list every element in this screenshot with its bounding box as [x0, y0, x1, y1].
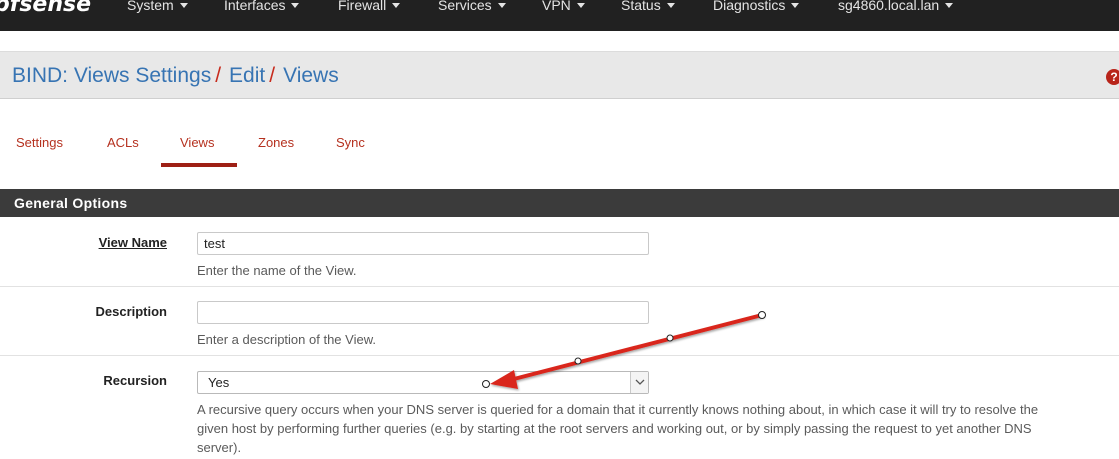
- top-navbar: pfsense System Interfaces Firewall Servi…: [0, 0, 1119, 31]
- breadcrumb-item-views[interactable]: Views: [283, 64, 339, 87]
- section-header: General Options: [0, 189, 1119, 217]
- annotation-handle[interactable]: [574, 357, 582, 365]
- nav-interfaces-menu[interactable]: Interfaces: [224, 0, 300, 13]
- breadcrumb-separator: /: [215, 64, 222, 87]
- nav-system-menu[interactable]: System: [127, 0, 188, 13]
- annotation-handle[interactable]: [758, 311, 766, 319]
- chevron-down-icon: [635, 379, 645, 385]
- tab-settings[interactable]: Settings: [16, 135, 63, 150]
- caret-down-icon: [179, 3, 188, 8]
- tab-sync[interactable]: Sync: [336, 135, 365, 150]
- nav-firewall-menu[interactable]: Firewall: [338, 0, 401, 13]
- breadcrumb-separator: /: [269, 64, 276, 87]
- caret-down-icon: [497, 3, 506, 8]
- pfsense-logo[interactable]: pfsense: [0, 0, 91, 17]
- tab-views[interactable]: Views: [180, 135, 214, 150]
- recursion-select[interactable]: Yes: [197, 371, 649, 394]
- nav-vpn-menu[interactable]: VPN: [542, 0, 585, 13]
- tab-bar: Settings ACLs Views Zones Sync: [0, 125, 1119, 168]
- nav-services-menu[interactable]: Services: [438, 0, 506, 13]
- active-tab-indicator: [161, 163, 237, 167]
- nav-host-menu[interactable]: sg4860.local.lan: [838, 0, 954, 13]
- breadcrumb-item-edit[interactable]: Edit: [229, 64, 265, 87]
- caret-down-icon: [945, 3, 954, 8]
- breadcrumb-item-bind-views-settings[interactable]: BIND: Views Settings: [12, 64, 211, 87]
- section-title: General Options: [14, 195, 128, 211]
- tab-acls[interactable]: ACLs: [107, 135, 139, 150]
- view-name-label: View Name: [98, 235, 167, 250]
- breadcrumb: BIND: Views Settings / Edit / Views: [12, 64, 339, 88]
- tab-zones[interactable]: Zones: [258, 135, 294, 150]
- question-circle-icon[interactable]: ?: [1106, 69, 1119, 85]
- select-dropdown-button[interactable]: [630, 372, 648, 393]
- caret-down-icon: [392, 3, 401, 8]
- caret-down-icon: [291, 3, 300, 8]
- caret-down-icon: [576, 3, 585, 8]
- recursion-help-line-3: server).: [197, 440, 242, 455]
- caret-down-icon: [666, 3, 675, 8]
- nav-status-menu[interactable]: Status: [621, 0, 675, 13]
- nav-diagnostics-menu[interactable]: Diagnostics: [713, 0, 800, 13]
- annotation-handle[interactable]: [666, 334, 674, 342]
- view-name-input[interactable]: [197, 232, 649, 255]
- description-input[interactable]: [197, 301, 649, 324]
- recursion-selected-value: Yes: [208, 375, 230, 390]
- recursion-label: Recursion: [103, 373, 167, 388]
- row-divider: [0, 355, 1119, 356]
- view-name-help: Enter the name of the View.: [197, 263, 357, 278]
- breadcrumb-panel: BIND: Views Settings / Edit / Views ?: [0, 51, 1119, 99]
- description-label: Description: [95, 304, 167, 319]
- description-help: Enter a description of the View.: [197, 332, 376, 347]
- recursion-help-line-1: A recursive query occurs when your DNS s…: [197, 402, 1039, 417]
- recursion-help-line-2: given host by performing further queries…: [197, 421, 1032, 436]
- row-divider: [0, 286, 1119, 287]
- caret-down-icon: [791, 3, 800, 8]
